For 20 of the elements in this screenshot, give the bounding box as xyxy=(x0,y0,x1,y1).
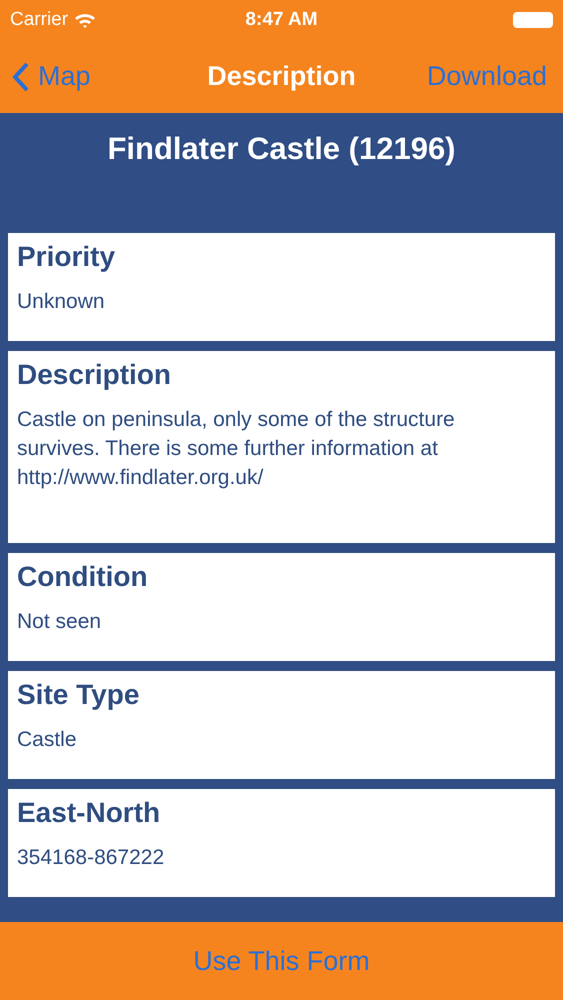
back-button[interactable]: Map xyxy=(12,60,91,92)
download-button[interactable]: Download xyxy=(426,61,547,92)
clock: 8:47 AM xyxy=(245,9,318,31)
field-value: Castle xyxy=(17,727,78,753)
field-value: 354168-867222 xyxy=(17,845,166,871)
field-value: Not seen xyxy=(17,609,102,635)
field-label: Priority xyxy=(17,241,116,273)
field-value: Unknown xyxy=(17,289,106,315)
battery-icon xyxy=(513,12,553,28)
field-label: Description xyxy=(17,359,172,391)
field-label: Site Type xyxy=(17,679,140,711)
back-chevron-icon xyxy=(12,60,30,92)
field-label: Condition xyxy=(17,561,149,593)
site-title: Findlater Castle (12196) xyxy=(106,130,457,168)
wifi-icon xyxy=(74,12,96,28)
nav-title: Description xyxy=(207,61,356,92)
field-label: East-North xyxy=(17,797,162,829)
field-value: Castle on peninsula, only some of the structure survives. There is some further information at http://www.findlater.org.uk/ xyxy=(17,407,456,491)
use-form-button[interactable]: Use This Form xyxy=(187,944,376,978)
carrier-label: Carrier xyxy=(10,9,68,31)
